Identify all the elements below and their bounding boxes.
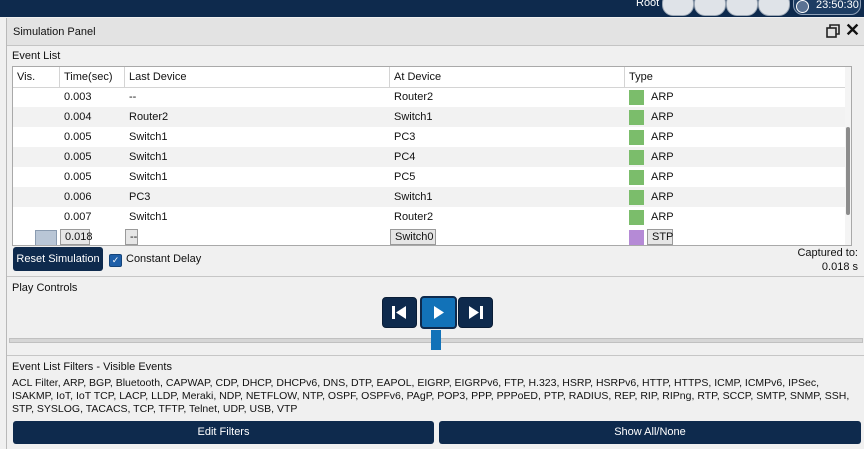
cell-type: ARP <box>651 131 674 143</box>
show-all-none-button[interactable]: Show All/None <box>439 421 861 444</box>
add-icon[interactable] <box>694 0 726 16</box>
event-list-label: Event List <box>12 50 61 62</box>
cell-time: 0.005 <box>64 171 92 183</box>
cell-last-device: -- <box>125 229 138 245</box>
col-time[interactable]: Time(sec) <box>60 67 125 87</box>
cell-last-device: Switch1 <box>129 211 168 223</box>
cell-at-device: PC3 <box>394 131 416 143</box>
cell-at-device: PC4 <box>394 151 416 163</box>
col-at-device[interactable]: At Device <box>390 67 625 87</box>
constant-delay-checkbox[interactable]: ✓ <box>109 254 122 267</box>
user-label: Root <box>636 0 660 9</box>
play-icon <box>434 306 444 319</box>
type-color-swatch <box>629 230 644 245</box>
table-row[interactable]: 0.005 Switch1 PC5 ARP <box>13 167 845 187</box>
table-row[interactable]: 0.005 Switch1 PC3 ARP <box>13 127 845 147</box>
event-table: Vis. Time(sec) Last Device At Device Typ… <box>12 66 852 246</box>
cell-time: 0.007 <box>64 211 92 223</box>
step-back-icon <box>392 306 406 319</box>
close-icon[interactable]: ✕ <box>845 21 860 39</box>
cell-at-device: Router2 <box>394 211 434 223</box>
table-row[interactable]: 0.007 Switch1 Router2 ARP <box>13 207 845 227</box>
table-header: Vis. Time(sec) Last Device At Device Typ… <box>13 67 845 88</box>
clock: 23:50:30 <box>793 0 861 15</box>
simulation-panel: Simulation Panel ✕ Event List Vis. Time(… <box>6 18 864 449</box>
step-forward-icon <box>469 306 483 319</box>
cell-time: 0.005 <box>64 151 92 163</box>
panel-title: Simulation Panel <box>13 26 96 38</box>
table-row[interactable]: 0.003 -- Router2 ARP <box>13 87 845 107</box>
step-back-button[interactable] <box>382 297 417 328</box>
col-type[interactable]: Type <box>625 67 845 87</box>
type-color-swatch <box>629 110 644 125</box>
filters-label: Event List Filters - Visible Events <box>12 361 172 373</box>
cell-last-device: -- <box>129 91 137 103</box>
cell-type: ARP <box>651 171 674 183</box>
cell-time: 0.018 <box>60 229 93 245</box>
type-color-swatch <box>629 210 644 225</box>
type-color-swatch <box>629 90 644 105</box>
cell-last-device: Switch1 <box>129 131 168 143</box>
col-vis[interactable]: Vis. <box>13 67 60 87</box>
captured-value: 0.018 s <box>821 261 858 273</box>
visible-events-list: ACL Filter, ARP, BGP, Bluetooth, CAPWAP,… <box>12 377 850 415</box>
play-controls-label: Play Controls <box>12 282 78 294</box>
cell-type: ARP <box>651 151 674 163</box>
edit-filters-button[interactable]: Edit Filters <box>13 421 434 444</box>
cell-type: ARP <box>651 91 674 103</box>
play-button[interactable] <box>420 296 457 329</box>
table-row[interactable]: 0.006 PC3 Switch1 ARP <box>13 187 845 207</box>
globe-icon <box>796 0 809 13</box>
cell-time: 0.003 <box>64 91 92 103</box>
step-forward-button[interactable] <box>458 297 493 328</box>
cell-at-device: Switch1 <box>394 111 433 123</box>
table-row[interactable]: 0.005 Switch1 PC4 ARP <box>13 147 845 167</box>
eye-icon[interactable] <box>35 230 57 245</box>
cell-type: ARP <box>651 211 674 223</box>
table-row-current[interactable]: 0.018 -- Switch0 STP <box>13 227 845 245</box>
divider <box>7 355 864 356</box>
cell-type: STP <box>647 229 673 245</box>
divider <box>7 276 864 277</box>
restore-icon[interactable] <box>825 23 841 39</box>
cell-at-device: Router2 <box>394 91 434 103</box>
scrollbar-thumb[interactable] <box>846 127 850 215</box>
table-row[interactable]: 0.004 Router2 Switch1 ARP <box>13 107 845 127</box>
type-color-swatch <box>629 150 644 165</box>
top-toolbar: Root 23:50:30 <box>0 0 864 17</box>
reset-simulation-button[interactable]: Reset Simulation <box>13 247 103 271</box>
mountain-icon[interactable] <box>758 0 790 16</box>
cell-last-device: Switch1 <box>129 171 168 183</box>
cell-at-device: Switch1 <box>394 191 433 203</box>
cell-type: ARP <box>651 111 674 123</box>
undo-icon[interactable] <box>662 0 694 16</box>
cell-time: 0.006 <box>64 191 92 203</box>
constant-delay-label: Constant Delay <box>126 253 202 265</box>
type-color-swatch <box>629 190 644 205</box>
panel-titlebar: Simulation Panel ✕ <box>7 18 864 46</box>
clock-time: 23:50:30 <box>816 0 859 11</box>
cell-time: 0.004 <box>64 111 92 123</box>
cell-at-device: PC5 <box>394 171 416 183</box>
cell-last-device: PC3 <box>129 191 151 203</box>
table-scrollbar[interactable] <box>845 67 851 245</box>
move-icon[interactable] <box>726 0 758 16</box>
captured-label: Captured to: <box>797 247 858 259</box>
type-color-swatch <box>629 130 644 145</box>
cell-type: ARP <box>651 191 674 203</box>
col-last-device[interactable]: Last Device <box>125 67 390 87</box>
cell-at-device: Switch0 <box>390 229 436 245</box>
cell-last-device: Router2 <box>129 111 169 123</box>
type-color-swatch <box>629 170 644 185</box>
cell-last-device: Switch1 <box>129 151 168 163</box>
cell-time: 0.005 <box>64 131 92 143</box>
playback-slider-thumb[interactable] <box>431 330 441 350</box>
